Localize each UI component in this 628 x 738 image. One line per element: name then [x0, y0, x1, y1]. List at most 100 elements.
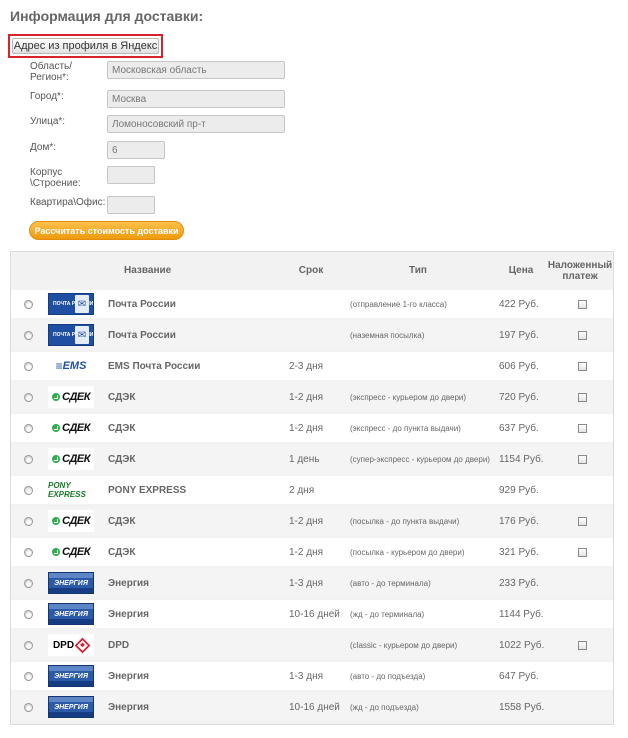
checkbox-icon[interactable]	[577, 330, 587, 340]
cod-checkbox[interactable]	[577, 538, 587, 566]
carrier-logo-cell: DPD	[48, 631, 96, 659]
cod-checkbox[interactable]	[577, 383, 587, 411]
select-radio[interactable]	[21, 321, 35, 349]
table-row[interactable]: СДЕК СДЭК 1-2 дня (экспресс - до пункта выд…	[11, 414, 613, 442]
checkbox-icon[interactable]	[577, 423, 587, 433]
carrier-name: EMS Почта России	[108, 360, 201, 372]
select-radio[interactable]	[21, 662, 35, 690]
delivery-price: 233 Руб.	[499, 577, 539, 589]
cod-checkbox[interactable]	[577, 321, 587, 349]
calculate-delivery-button[interactable]: Рассчитать стоимость доставки	[29, 221, 184, 240]
carrier-logo-cell: СДЕК	[48, 383, 96, 411]
table-row[interactable]: ЭНЕРГИЯ Энергия 10-16 дней (жд - до термина…	[11, 600, 613, 628]
carrier-name: СДЭК	[108, 515, 136, 527]
radio-icon[interactable]	[22, 701, 34, 713]
select-radio[interactable]	[21, 414, 35, 442]
select-radio[interactable]	[21, 538, 35, 566]
energia-logo: ЭНЕРГИЯ	[48, 696, 94, 718]
select-radio[interactable]	[21, 631, 35, 659]
radio-icon[interactable]	[22, 329, 34, 341]
cod-checkbox[interactable]	[577, 290, 587, 318]
radio-icon[interactable]	[22, 484, 34, 496]
radio-icon[interactable]	[22, 546, 34, 558]
radio-icon[interactable]	[22, 608, 34, 620]
delivery-term: 2 дня	[289, 484, 315, 496]
carrier-name: Почта России	[108, 329, 176, 341]
ems-logo: ≡ EMS	[48, 355, 94, 377]
cod-checkbox[interactable]	[577, 507, 587, 535]
logo-text: ЭНЕРГИЯ	[54, 610, 88, 618]
delivery-type: (посылка - курьером до двери)	[350, 547, 465, 557]
select-radio[interactable]	[21, 507, 35, 535]
carrier-logo-cell: ПОЧТА РОССИИ ✉	[48, 321, 96, 349]
checkbox-icon[interactable]	[577, 640, 587, 650]
table-row[interactable]: ЭНЕРГИЯ Энергия 1-3 дня (авто - до терминал…	[11, 569, 613, 597]
carrier-name: DPD	[108, 639, 130, 651]
select-radio[interactable]	[21, 693, 35, 721]
table-row[interactable]: ЭНЕРГИЯ Энергия 10-16 дней (жд - до подъезд…	[11, 693, 613, 721]
radio-icon[interactable]	[22, 577, 34, 589]
check-icon	[52, 424, 60, 432]
select-radio[interactable]	[21, 476, 35, 504]
street-label: Улица*:	[30, 116, 66, 127]
select-radio[interactable]	[21, 600, 35, 628]
checkbox-icon[interactable]	[577, 454, 587, 464]
radio-icon[interactable]	[22, 298, 34, 310]
energia-logo: ЭНЕРГИЯ	[48, 603, 94, 625]
cod-checkbox[interactable]	[577, 352, 587, 380]
house-input[interactable]	[107, 141, 165, 159]
building-input[interactable]	[107, 166, 155, 184]
select-radio[interactable]	[21, 445, 35, 473]
region-input[interactable]	[107, 61, 285, 79]
table-row[interactable]: СДЕК СДЭК 1-2 дня (экспресс - курьером до д…	[11, 383, 613, 411]
radio-icon[interactable]	[22, 453, 34, 465]
delivery-price: 1558 Руб.	[499, 701, 545, 713]
cod-checkbox[interactable]	[577, 631, 587, 659]
apartment-input[interactable]	[107, 196, 155, 214]
delivery-price: 720 Руб.	[499, 391, 539, 403]
delivery-price: 422 Руб.	[499, 298, 539, 310]
carrier-logo-cell: СДЕК	[48, 445, 96, 473]
table-row[interactable]: СДЕК СДЭК 1-2 дня (посылка - курьером до дв…	[11, 538, 613, 566]
radio-icon[interactable]	[22, 515, 34, 527]
checkbox-icon[interactable]	[577, 516, 587, 526]
eagle-emblem-icon: ✉	[75, 326, 89, 344]
check-icon	[52, 393, 60, 401]
table-row[interactable]: DPD DPD (classic - курьером до двери) 1022 …	[11, 631, 613, 659]
cod-checkbox[interactable]	[577, 445, 587, 473]
radio-icon[interactable]	[22, 639, 34, 651]
carrier-name: СДЭК	[108, 453, 136, 465]
table-row[interactable]: СДЕК СДЭК 1-2 дня (посылка - до пункта выда…	[11, 507, 613, 535]
cod-checkbox[interactable]	[577, 414, 587, 442]
select-radio[interactable]	[21, 290, 35, 318]
delivery-type: (отправление 1-го класса)	[350, 299, 447, 309]
carrier-name: Почта России	[108, 298, 176, 310]
cdek-logo: СДЕК	[48, 448, 94, 470]
checkbox-icon[interactable]	[577, 361, 587, 371]
table-row[interactable]: ≡ EMS EMS Почта России 2-3 дня 606 Руб.	[11, 352, 613, 380]
radio-icon[interactable]	[22, 670, 34, 682]
table-row[interactable]: ЭНЕРГИЯ Энергия 1-3 дня (авто - до подъезда…	[11, 662, 613, 690]
table-row[interactable]: PONY EXPRESS PONY EXPRESS 2 дня 929 Руб.	[11, 476, 613, 504]
checkbox-icon[interactable]	[577, 392, 587, 402]
delivery-term: 1 день	[289, 453, 320, 465]
street-input[interactable]	[107, 115, 285, 133]
delivery-term: 1-3 дня	[289, 577, 324, 589]
table-row[interactable]: СДЕК СДЭК 1 день (супер-экспресс - курьером…	[11, 445, 613, 473]
select-radio[interactable]	[21, 383, 35, 411]
radio-icon[interactable]	[22, 422, 34, 434]
delivery-price: 1022 Руб.	[499, 639, 545, 651]
select-radio[interactable]	[21, 352, 35, 380]
checkbox-icon[interactable]	[577, 299, 587, 309]
checkbox-icon[interactable]	[577, 547, 587, 557]
yandex-address-button[interactable]: Адрес из профиля в Яндекс	[12, 38, 159, 54]
city-input[interactable]	[107, 90, 285, 108]
radio-icon[interactable]	[22, 391, 34, 403]
cube-icon	[74, 637, 91, 653]
radio-icon[interactable]	[22, 360, 34, 372]
table-row[interactable]: ПОЧТА РОССИИ ✉ Почта России (отправление 1-…	[11, 290, 613, 318]
select-radio[interactable]	[21, 569, 35, 597]
table-row[interactable]: ПОЧТА РОССИИ ✉ Почта России (наземная посыл…	[11, 321, 613, 349]
carrier-name: СДЭК	[108, 422, 136, 434]
region-label: Область/ Регион*:	[30, 61, 73, 83]
